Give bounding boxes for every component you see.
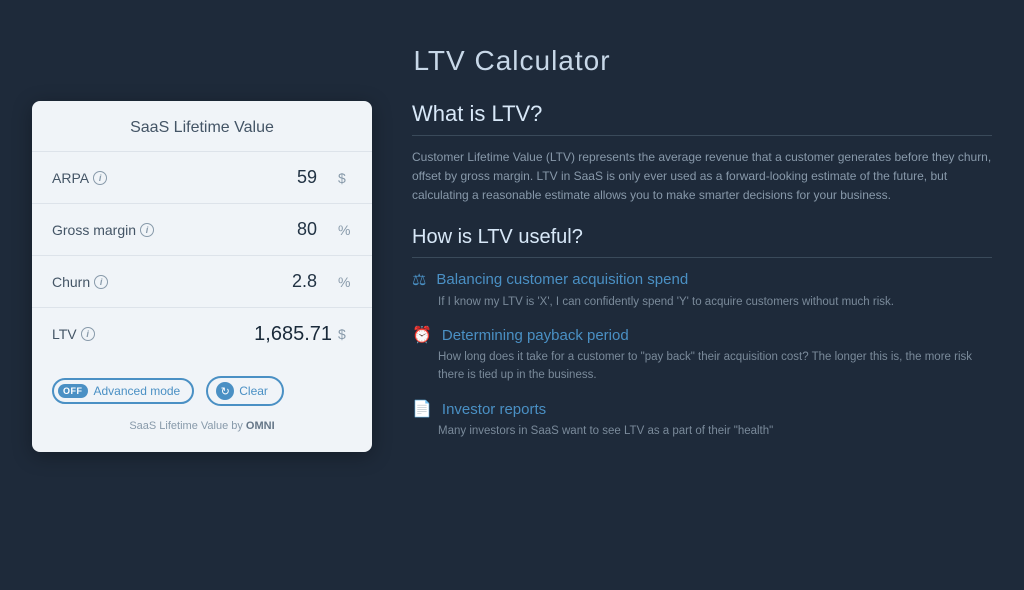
clear-button-label: Clear xyxy=(239,384,268,398)
toggle-pill-label: OFF xyxy=(58,384,88,398)
churn-row: Churn i % xyxy=(32,256,372,308)
churn-input[interactable] xyxy=(262,271,332,292)
gross-margin-row-right: % xyxy=(262,219,352,240)
gross-margin-info-icon[interactable]: i xyxy=(140,223,154,237)
clear-icon: ↻ xyxy=(216,382,234,400)
info-item-1-header: ⏰ Determining payback period xyxy=(412,325,992,345)
toggle-text: Advanced mode xyxy=(94,384,181,398)
ltv-calculator-card: SaaS Lifetime Value ARPA i $ G xyxy=(32,101,372,452)
gross-margin-label: Gross margin i xyxy=(52,222,154,238)
ltv-info-icon[interactable]: i xyxy=(81,327,95,341)
arpa-row-right: $ xyxy=(262,167,352,188)
advanced-mode-toggle[interactable]: OFF Advanced mode xyxy=(52,378,194,404)
page-title: LTV Calculator xyxy=(413,45,610,77)
card-branding: SaaS Lifetime Value by OMNI xyxy=(32,410,372,432)
what-is-ltv-title: What is LTV? xyxy=(412,101,992,127)
card-header: SaaS Lifetime Value xyxy=(32,101,372,152)
info-item-1-desc: How long does it take for a customer to … xyxy=(412,349,992,385)
arpa-unit: $ xyxy=(338,170,352,186)
what-divider xyxy=(412,135,992,136)
balance-icon: ⚖ xyxy=(412,270,426,290)
info-item-2-header: 📄 Investor reports xyxy=(412,399,992,419)
info-item-1-title: Determining payback period xyxy=(442,327,629,344)
info-item-2: 📄 Investor reports Many investors in Saa… xyxy=(412,399,992,441)
churn-label: Churn i xyxy=(52,274,108,290)
info-item-0-header: ⚖ Balancing customer acquisition spend xyxy=(412,270,992,290)
info-item-1: ⏰ Determining payback period How long do… xyxy=(412,325,992,385)
info-panel: What is LTV? Customer Lifetime Value (LT… xyxy=(412,101,992,455)
ltv-row: LTV i 1,685.71 $ xyxy=(32,308,372,360)
ltv-value: 1,685.71 xyxy=(254,323,332,346)
arpa-info-icon[interactable]: i xyxy=(93,171,107,185)
ltv-label: LTV i xyxy=(52,326,95,342)
gross-margin-row: Gross margin i % xyxy=(32,204,372,256)
ltv-row-right: 1,685.71 $ xyxy=(254,323,352,346)
document-icon: 📄 xyxy=(412,399,432,419)
page-container: LTV Calculator SaaS Lifetime Value ARPA … xyxy=(32,25,992,565)
info-item-0-desc: If I know my LTV is 'X', I can confident… xyxy=(412,294,992,312)
info-item-0-title: Balancing customer acquisition spend xyxy=(436,271,688,288)
card-footer: OFF Advanced mode ↻ Clear xyxy=(32,360,372,410)
arpa-row: ARPA i $ xyxy=(32,152,372,204)
branding-brand: OMNI xyxy=(246,420,275,432)
how-ltv-title: How is LTV useful? xyxy=(412,226,992,249)
info-item-2-title: Investor reports xyxy=(442,401,546,418)
arpa-label: ARPA i xyxy=(52,170,107,186)
churn-info-icon[interactable]: i xyxy=(94,275,108,289)
clock-icon: ⏰ xyxy=(412,325,432,345)
info-item-0: ⚖ Balancing customer acquisition spend I… xyxy=(412,270,992,312)
gross-margin-input[interactable] xyxy=(262,219,332,240)
gross-margin-unit: % xyxy=(338,222,352,238)
how-divider xyxy=(412,257,992,258)
input-rows: ARPA i $ Gross margin i xyxy=(32,152,372,360)
what-is-ltv-desc: Customer Lifetime Value (LTV) represents… xyxy=(412,148,992,206)
arpa-input[interactable] xyxy=(262,167,332,188)
main-content: SaaS Lifetime Value ARPA i $ G xyxy=(32,101,992,455)
churn-row-right: % xyxy=(262,271,352,292)
ltv-unit: $ xyxy=(338,326,352,342)
clear-button[interactable]: ↻ Clear xyxy=(206,376,284,406)
churn-unit: % xyxy=(338,274,352,290)
branding-prefix: SaaS Lifetime Value by xyxy=(129,420,246,432)
info-item-2-desc: Many investors in SaaS want to see LTV a… xyxy=(412,423,992,441)
